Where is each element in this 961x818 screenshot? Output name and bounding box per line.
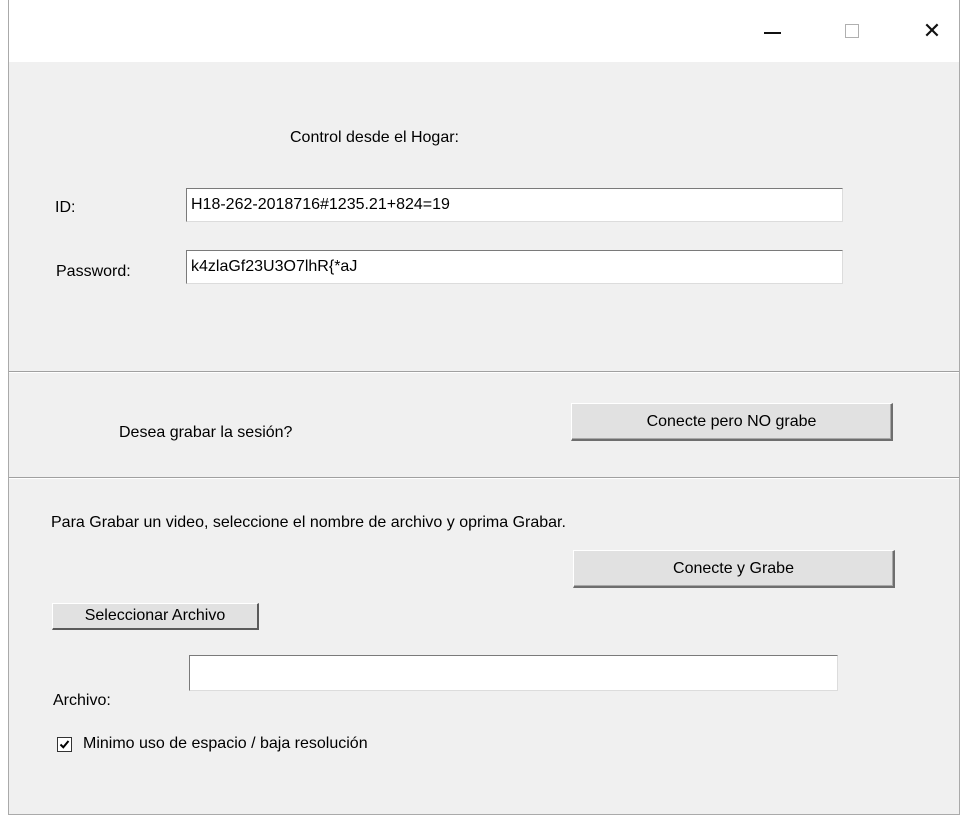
- minimize-button[interactable]: [749, 0, 795, 62]
- password-field[interactable]: k4zlaGf23U3O7lhR{*aJ: [186, 250, 843, 284]
- password-label: Password:: [56, 263, 131, 280]
- select-file-button[interactable]: Seleccionar Archivo: [52, 603, 259, 630]
- id-field[interactable]: H18-262-2018716#1235.21+824=19: [186, 188, 843, 222]
- app-window: ✕ Control desde el Hogar: ID: H18-262-20…: [8, 0, 960, 815]
- file-field[interactable]: [189, 655, 838, 691]
- close-button[interactable]: ✕: [909, 0, 955, 62]
- page-title: Control desde el Hogar:: [290, 129, 459, 146]
- separator-middle: [9, 477, 959, 479]
- separator-top: [9, 371, 959, 373]
- title-bar: ✕: [9, 0, 959, 62]
- maximize-icon: [845, 24, 859, 38]
- record-instructions: Para Grabar un video, seleccione el nomb…: [51, 514, 566, 531]
- file-label: Archivo:: [53, 692, 111, 709]
- minimize-icon: [763, 32, 781, 34]
- record-question-label: Desea grabar la sesión?: [119, 424, 293, 441]
- close-icon: ✕: [922, 18, 942, 43]
- connect-record-button[interactable]: Conecte y Grabe: [573, 550, 895, 588]
- low-res-checkbox[interactable]: [57, 737, 72, 752]
- low-res-label[interactable]: Minimo uso de espacio / baja resolución: [83, 735, 368, 753]
- checkmark-icon: [59, 740, 70, 749]
- connect-no-record-button[interactable]: Conecte pero NO grabe: [571, 403, 893, 441]
- id-label: ID:: [55, 199, 76, 216]
- maximize-button[interactable]: [829, 0, 875, 62]
